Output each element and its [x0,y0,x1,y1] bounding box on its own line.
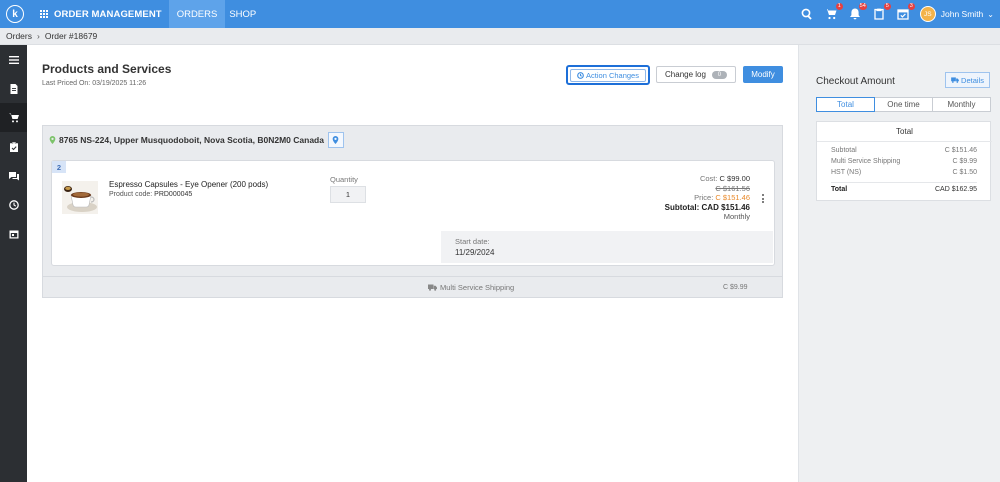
sidebar-clock-icon[interactable] [0,190,27,219]
quantity-field[interactable]: 1 [330,186,366,203]
subtotal-row: Subtotal C $151.46 [831,147,977,154]
user-avatar[interactable]: JS [919,6,936,22]
action-changes-button[interactable]: Action Changes [566,65,650,85]
change-log-button[interactable]: Change log 0 [656,66,736,83]
grand-total-row: Total CAD $162.95 [831,186,977,193]
checkout-tabs: Total One time Monthly [816,97,991,112]
breadcrumb-chevron-icon: › [36,31,40,41]
chevron-down-icon[interactable]: ⌄ [987,10,994,19]
details-button[interactable]: Details [945,72,990,88]
bell-icon[interactable]: 54 [848,3,867,21]
apps-grid-icon[interactable] [40,9,49,19]
cart-badge: 1 [835,3,843,10]
sidebar-cart-icon[interactable] [0,103,27,132]
price-value: C $151.46 [715,193,750,202]
breadcrumb-current: Order #18679 [44,31,98,41]
search-icon[interactable] [800,7,814,21]
calendar-badge: 3 [907,3,915,10]
nav-tab-orders[interactable]: ORDERS [168,0,226,28]
more-options-icon[interactable] [762,194,765,203]
product-code: Product code: PRD000045 [109,191,193,198]
change-log-count: 0 [711,70,727,79]
sidebar [0,45,27,482]
totals-card-title: Total [896,127,913,136]
truck-icon [951,77,959,83]
last-priced-text: Last Priced On: 03/19/2025 11:26 [42,80,147,87]
start-date-value: 11/29/2024 [455,248,495,257]
page-title: Products and Services [42,62,172,76]
subtotal-value: CAD $151.46 [701,202,750,212]
product-image [62,181,98,214]
tasks-badge: 5 [883,3,891,10]
shipping-label: Multi Service Shipping [428,283,514,292]
start-date-label: Start date: [455,237,490,246]
checkout-panel: Checkout Amount Details Total One time M… [798,45,1000,482]
app-logo[interactable]: k [6,5,24,23]
address-text: 8765 NS-224, Upper Musquodoboit, Nova Sc… [59,135,324,145]
shipping-row: Multi Service Shipping C $9.99 [831,158,977,165]
sidebar-calendar-icon[interactable] [0,219,27,248]
original-price: C $161.56 [715,183,750,193]
main-content: Products and Services Last Priced On: 03… [27,45,798,482]
price-summary: Cost: C $99.00 C $161.56 Price: C $151.4… [664,174,750,221]
map-pin-icon [333,136,339,144]
sidebar-clipboard-icon[interactable] [0,132,27,161]
item-number-badge: 2 [52,161,66,173]
tax-row: HST (NS) C $1.50 [831,169,977,176]
sidebar-chat-icon[interactable] [0,161,27,190]
checkout-title: Checkout Amount [816,76,895,87]
start-date-panel: Start date: 11/29/2024 [441,231,773,263]
breadcrumb-orders[interactable]: Orders [6,31,32,41]
cart-icon[interactable]: 1 [824,3,843,21]
sidebar-menu-icon[interactable] [0,45,27,74]
modify-button[interactable]: Modify [743,66,783,83]
totals-card: Total Subtotal C $151.46 Multi Service Sh… [816,121,992,201]
billing-frequency: Monthly [723,212,750,221]
order-item-card: 2 Espresso Capsules - Eye Opener (200 po… [51,160,775,266]
calendar-check-icon[interactable]: 3 [896,3,915,21]
top-navbar: k ORDER MANAGEMENT ORDERS SHOP 1 54 5 3 … [0,0,1000,28]
breadcrumb: Orders › Order #18679 [0,28,1000,45]
cost-value: C $99.00 [719,174,750,183]
map-location-button[interactable] [327,132,344,148]
product-name: Espresso Capsules - Eye Opener (200 pods… [109,180,269,189]
notifications-badge: 54 [858,3,867,10]
tab-one-time[interactable]: One time [875,98,933,111]
clipboard-icon[interactable]: 5 [872,3,891,21]
user-name[interactable]: John Smith [941,9,984,19]
tab-monthly[interactable]: Monthly [933,98,990,111]
location-pin-icon [49,136,56,144]
tab-total[interactable]: Total [816,97,875,112]
quantity-label: Quantity [330,175,358,184]
service-address: 8765 NS-224, Upper Musquodoboit, Nova Sc… [49,132,344,148]
history-icon [577,71,584,79]
app-brand[interactable]: ORDER MANAGEMENT [54,9,162,20]
shipping-price: C $9.99 [723,284,748,291]
sidebar-document-icon[interactable] [0,74,27,103]
nav-tab-shop[interactable]: SHOP [225,0,260,28]
order-location-group: 8765 NS-224, Upper Musquodoboit, Nova Sc… [42,125,783,298]
shipping-row: Multi Service Shipping C $9.99 [43,276,782,297]
truck-icon [428,284,437,291]
